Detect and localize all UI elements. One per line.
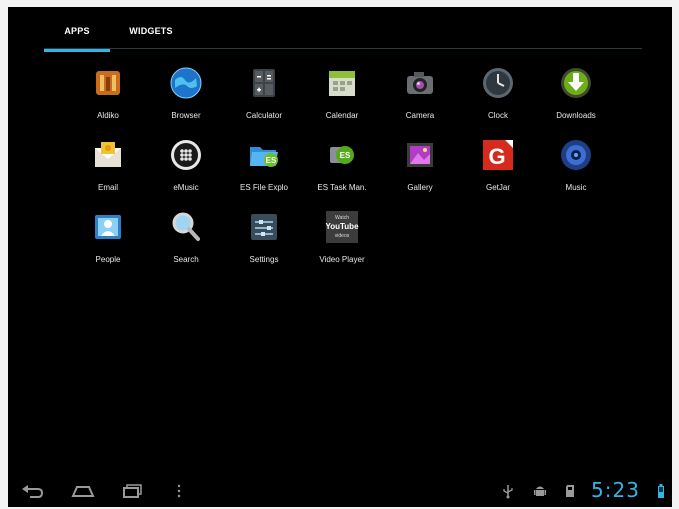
status-clock: 5:23 <box>591 478 640 502</box>
getjar-icon: G <box>481 138 515 172</box>
app-email[interactable]: Email <box>68 134 148 202</box>
app-video-player[interactable]: Watch YouTube videos Video Player <box>302 206 382 274</box>
svg-text:ES: ES <box>340 151 351 160</box>
app-people[interactable]: People <box>68 206 148 274</box>
app-label: Calendar <box>325 111 359 120</box>
svg-text:ES: ES <box>266 156 277 165</box>
app-label: ES Task Man. <box>317 183 367 192</box>
tab-widgets[interactable]: WIDGETS <box>116 23 186 49</box>
email-icon <box>91 138 125 172</box>
app-label: eMusic <box>173 183 199 192</box>
sd-card-icon <box>564 483 576 499</box>
video-player-icon: Watch YouTube videos <box>325 210 359 244</box>
app-downloads[interactable]: Downloads <box>536 62 616 130</box>
app-gallery[interactable]: Gallery <box>380 134 460 202</box>
app-label: Search <box>173 255 199 264</box>
system-bar: 5:23 <box>8 475 672 507</box>
es-file-explorer-icon: ES <box>247 138 281 172</box>
video-icon-text-videos: videos <box>335 233 350 239</box>
app-label: Calculator <box>245 111 282 120</box>
app-calculator[interactable]: Calculator <box>224 62 304 130</box>
app-music[interactable]: Music <box>536 134 616 202</box>
app-settings[interactable]: Settings <box>224 206 304 274</box>
usb-icon <box>502 483 514 499</box>
calculator-icon <box>247 66 281 100</box>
app-label: Camera <box>405 111 435 120</box>
app-label: Aldiko <box>97 111 119 120</box>
emusic-icon <box>169 138 203 172</box>
video-icon-text-watch: Watch <box>335 215 349 221</box>
svg-text:G: G <box>488 144 505 169</box>
home-screen: APPS WIDGETS Aldiko Browser Calculator C… <box>8 7 672 507</box>
app-aldiko[interactable]: Aldiko <box>68 62 148 130</box>
app-label: Email <box>97 183 118 192</box>
app-label: People <box>95 255 121 264</box>
gallery-icon <box>403 138 437 172</box>
calendar-icon <box>325 66 359 100</box>
settings-icon <box>247 210 281 244</box>
aldiko-icon <box>91 66 125 100</box>
app-label: Clock <box>487 111 508 120</box>
app-es-task-manager[interactable]: ES ES Task Man. <box>302 134 382 202</box>
app-label: Gallery <box>407 183 433 192</box>
app-clock[interactable]: Clock <box>458 62 538 130</box>
app-label: ES File Explo <box>239 183 289 192</box>
app-label: GetJar <box>485 183 510 192</box>
app-label: Video Player <box>319 255 365 264</box>
video-icon-text-youtube: YouTube <box>325 222 359 231</box>
browser-globe-icon <box>169 66 203 100</box>
app-label: Music <box>565 183 587 192</box>
app-emusic[interactable]: eMusic <box>146 134 226 202</box>
app-label: Settings <box>249 255 279 264</box>
menu-icon[interactable] <box>174 481 184 501</box>
search-icon <box>169 210 203 244</box>
app-getjar[interactable]: G GetJar <box>458 134 538 202</box>
home-icon[interactable] <box>70 481 96 501</box>
android-debug-icon <box>534 483 546 499</box>
es-task-manager-icon: ES <box>325 138 359 172</box>
app-camera[interactable]: Camera <box>380 62 460 130</box>
app-es-file-explorer[interactable]: ES ES File Explo <box>224 134 304 202</box>
recent-apps-icon[interactable] <box>120 481 146 501</box>
back-icon[interactable] <box>20 481 46 501</box>
app-browser[interactable]: Browser <box>146 62 226 130</box>
tab-divider <box>44 48 642 49</box>
clock-icon <box>481 66 515 100</box>
camera-icon <box>403 66 437 100</box>
battery-icon <box>656 483 666 499</box>
music-icon <box>559 138 593 172</box>
people-icon <box>91 210 125 244</box>
app-label: Browser <box>171 111 201 120</box>
app-label: Downloads <box>556 111 596 120</box>
downloads-icon <box>559 66 593 100</box>
app-calendar[interactable]: Calendar <box>302 62 382 130</box>
app-search[interactable]: Search <box>146 206 226 274</box>
